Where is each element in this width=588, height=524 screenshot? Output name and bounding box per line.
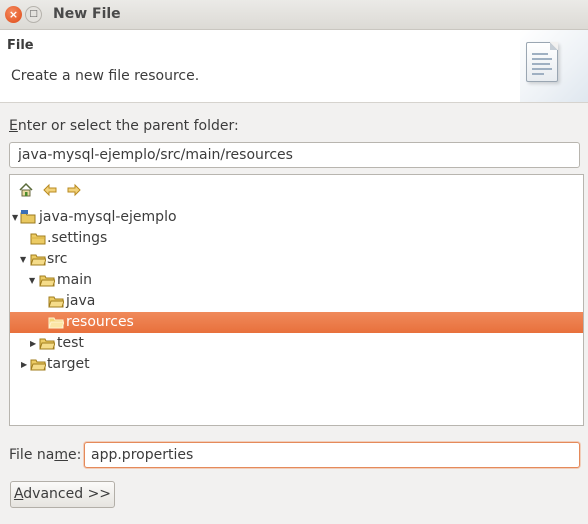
parent-folder-label-mnemonic: E xyxy=(9,118,18,134)
back-arrow-icon[interactable] xyxy=(42,182,58,198)
file-name-label: File name: xyxy=(9,447,81,463)
tree-item-label: target xyxy=(47,356,90,372)
tree-item-target[interactable]: ▶ target xyxy=(10,354,583,375)
folder-icon xyxy=(30,231,46,245)
file-name-label-after: e: xyxy=(67,447,82,463)
folder-open-icon xyxy=(30,252,47,266)
parent-folder-input[interactable] xyxy=(9,142,580,168)
window-titlebar: × □ New File xyxy=(0,0,588,30)
folder-open-icon xyxy=(48,315,65,329)
file-name-input[interactable] xyxy=(84,442,580,468)
folder-tree[interactable]: ▼ java-mysql-ejemplo .settings ▼ src ▼ m… xyxy=(9,174,584,426)
tree-item-src[interactable]: ▼ src xyxy=(10,249,583,270)
new-file-wizard-icon xyxy=(520,30,588,102)
parent-folder-label: Enter or select the parent folder: xyxy=(9,118,239,134)
tree-item-label: main xyxy=(57,272,92,288)
tree-item-test[interactable]: ▶ test xyxy=(10,333,583,354)
window-title: New File xyxy=(53,6,121,22)
advanced-button[interactable]: Advanced >> xyxy=(10,481,115,508)
tree-item-java[interactable]: java xyxy=(10,291,583,312)
advanced-button-label: dvanced >> xyxy=(23,486,112,502)
java-project-icon xyxy=(20,210,36,224)
wizard-header: File Create a new file resource. xyxy=(0,30,588,103)
file-name-label-before: File na xyxy=(9,447,55,463)
advanced-button-mnemonic: A xyxy=(13,486,24,502)
tree-item-project[interactable]: ▼ java-mysql-ejemplo xyxy=(10,207,583,228)
tree-item-label: resources xyxy=(66,314,134,330)
file-name-label-mnemonic: m xyxy=(54,447,68,463)
tree-item-main[interactable]: ▼ main xyxy=(10,270,583,291)
tree-item-label: .settings xyxy=(47,230,108,246)
tree-item-label: src xyxy=(47,251,68,267)
parent-folder-label-text: nter or select the parent folder: xyxy=(17,118,239,134)
home-icon[interactable] xyxy=(18,182,34,198)
wizard-title: File xyxy=(7,38,34,53)
folder-open-icon xyxy=(39,273,56,287)
forward-arrow-icon[interactable] xyxy=(66,182,82,198)
tree-item-resources[interactable]: resources xyxy=(10,312,583,333)
tree-item-label: test xyxy=(57,335,84,351)
folder-icon xyxy=(39,336,56,350)
tree-item-label: java xyxy=(66,293,96,309)
expanded-arrow-icon[interactable]: ▼ xyxy=(20,249,30,270)
folder-icon xyxy=(30,357,47,371)
wizard-description: Create a new file resource. xyxy=(11,68,200,84)
folder-open-icon xyxy=(48,294,65,308)
window-minimize-button[interactable]: □ xyxy=(25,6,42,23)
expanded-arrow-icon[interactable]: ▼ xyxy=(29,270,39,291)
tree-item-label: java-mysql-ejemplo xyxy=(39,209,177,225)
window-close-button[interactable]: × xyxy=(5,6,22,23)
tree-item-settings[interactable]: .settings xyxy=(10,228,583,249)
